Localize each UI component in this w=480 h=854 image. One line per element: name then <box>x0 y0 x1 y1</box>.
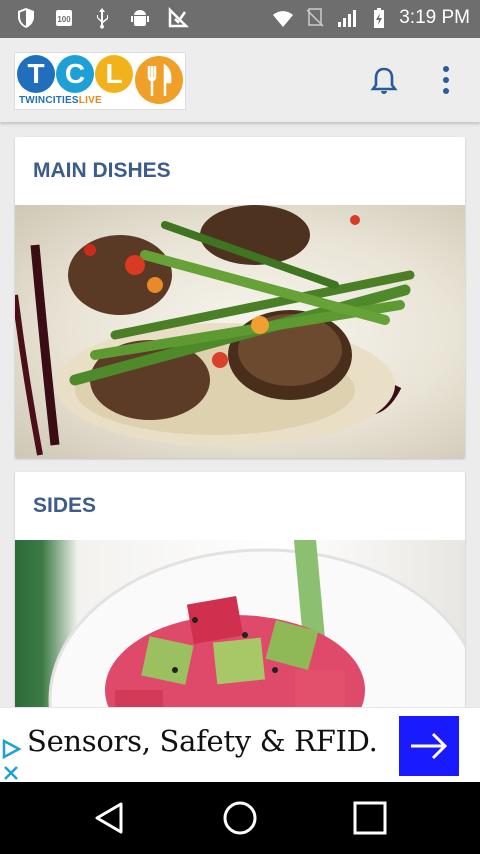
logo-letter-c: C <box>56 55 94 93</box>
battery-100-icon: 100 <box>56 10 72 26</box>
adchoices-icon[interactable] <box>0 738 22 760</box>
status-bar: 100 3:19 PM <box>0 0 480 38</box>
usb-icon <box>97 8 108 29</box>
bell-icon[interactable] <box>370 66 398 96</box>
ad-close-icon[interactable] <box>0 762 22 784</box>
battery-icon <box>374 8 385 28</box>
fork-knife-icon <box>135 56 183 104</box>
status-time: 3:19 PM <box>399 7 470 28</box>
ad-banner[interactable]: Sensors, Safety & RFID. <box>0 707 480 783</box>
home-icon[interactable] <box>218 796 262 840</box>
arrow-right-icon <box>411 732 448 760</box>
logo-subtitle: TWINCITIESLIVE <box>19 95 102 106</box>
shield-icon <box>18 8 34 28</box>
category-card-main-dishes[interactable]: MAIN DISHES <box>15 137 465 458</box>
no-sim-icon <box>306 8 324 27</box>
navigation-bar <box>0 782 480 854</box>
app-bar: T C L TWINCITIESLIVE <box>0 38 480 122</box>
logo-subtitle-a: TWINCITIES <box>19 95 79 106</box>
android-icon <box>131 10 149 26</box>
logo-letter-l: L <box>95 55 133 93</box>
logo-subtitle-b: LIVE <box>78 95 102 106</box>
main-dishes-image <box>15 205 465 458</box>
card-title: SIDES <box>33 494 97 517</box>
back-icon[interactable] <box>87 796 131 840</box>
wifi-icon <box>273 11 294 27</box>
svg-text:100: 100 <box>57 15 71 24</box>
tcl-logo[interactable]: T C L TWINCITIESLIVE <box>14 52 186 110</box>
signal-icon <box>338 10 357 27</box>
card-title: MAIN DISHES <box>33 159 171 182</box>
more-vert-icon[interactable] <box>438 64 454 96</box>
sign-icon <box>168 6 190 28</box>
logo-letter-t: T <box>17 55 55 93</box>
recents-icon[interactable] <box>348 796 392 840</box>
ad-cta-button[interactable] <box>399 716 459 776</box>
ad-text[interactable]: Sensors, Safety & RFID. <box>27 724 378 758</box>
